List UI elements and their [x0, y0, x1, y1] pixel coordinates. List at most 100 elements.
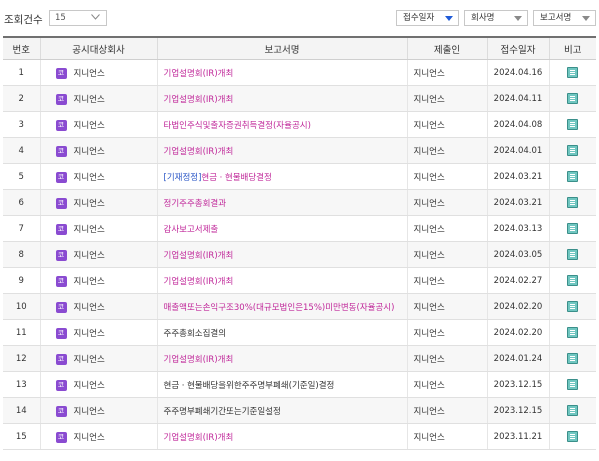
- report-title-link[interactable]: 타법인주식및출자증권취득결정(자율공시): [156, 111, 407, 138]
- kosdaq-badge-icon: 코: [55, 93, 67, 105]
- company-cell[interactable]: 코 지니언스: [39, 371, 157, 398]
- company-cell[interactable]: 코 지니언스: [39, 189, 157, 216]
- document-note-icon[interactable]: [567, 431, 579, 442]
- triangle-down-icon: [514, 16, 522, 21]
- document-note-icon[interactable]: [567, 379, 579, 390]
- table-row: 14 코 지니언스 주주명부폐쇄기간또는기준일설정 지니언스 2023.12.15: [3, 397, 596, 424]
- table-row: 15 코 지니언스 기업설명회(IR)개최 지니언스 2023.11.21: [3, 423, 596, 450]
- company-cell[interactable]: 코 지니언스: [39, 345, 157, 372]
- kosdaq-badge-icon: 코: [55, 171, 67, 183]
- count-select[interactable]: 15: [49, 10, 107, 26]
- company-cell[interactable]: 코 지니언스: [39, 85, 157, 112]
- report-title-link[interactable]: 기업설명회(IR)개최: [156, 423, 407, 450]
- table-row: 9 코 지니언스 기업설명회(IR)개최 지니언스 2024.02.27: [3, 267, 596, 294]
- submitter: 지니언스: [406, 371, 487, 398]
- report-title-link[interactable]: 현금ㆍ현물배당을위한주주명부폐쇄(기준일)결정: [156, 371, 407, 398]
- receipt-date: 2024.04.08: [486, 111, 549, 138]
- document-note-icon[interactable]: [567, 301, 579, 312]
- receipt-date: 2024.02.20: [486, 319, 549, 346]
- receipt-date: 2023.12.15: [486, 397, 549, 424]
- report-title-link[interactable]: 기업설명회(IR)개최: [156, 241, 407, 268]
- table-row: 5 코 지니언스 [기재정정]현금ㆍ현물배당결정 지니언스 2024.03.21: [3, 163, 596, 190]
- submitter: 지니언스: [406, 423, 487, 450]
- report-title-link[interactable]: 주주총회소집결의: [156, 319, 407, 346]
- report-title-link[interactable]: 매출액또는손익구조30%(대규모법인은15%)미만변동(자율공시): [156, 293, 407, 320]
- note-cell: [548, 111, 596, 138]
- document-note-icon[interactable]: [567, 405, 579, 416]
- count-label: 조회건수: [4, 14, 43, 26]
- company-cell[interactable]: 코 지니언스: [39, 111, 157, 138]
- triangle-down-icon: [445, 16, 453, 21]
- document-note-icon[interactable]: [567, 67, 579, 78]
- receipt-date: 2023.12.15: [486, 371, 549, 398]
- note-cell: [548, 397, 596, 424]
- document-note-icon[interactable]: [567, 119, 579, 130]
- submitter: 지니언스: [406, 241, 487, 268]
- sort-date-label: 접수일자: [403, 13, 435, 23]
- triangle-down-icon: [582, 16, 590, 21]
- company-cell[interactable]: 코 지니언스: [39, 267, 157, 294]
- receipt-date: 2024.01.24: [486, 345, 549, 372]
- report-title-link[interactable]: 기업설명회(IR)개최: [156, 137, 407, 164]
- table-row: 10 코 지니언스 매출액또는손익구조30%(대규모법인은15%)미만변동(자율공시)…: [3, 293, 596, 320]
- report-title-link[interactable]: 주주명부폐쇄기간또는기준일설정: [156, 397, 407, 424]
- company-cell[interactable]: 코 지니언스: [39, 59, 157, 86]
- company-cell[interactable]: 코 지니언스: [39, 163, 157, 190]
- document-note-icon[interactable]: [567, 353, 579, 364]
- note-cell: [548, 137, 596, 164]
- note-cell: [548, 293, 596, 320]
- row-number: 4: [3, 137, 40, 164]
- company-cell[interactable]: 코 지니언스: [39, 397, 157, 424]
- receipt-date: 2024.02.20: [486, 293, 549, 320]
- company-cell[interactable]: 코 지니언스: [39, 319, 157, 346]
- company-cell[interactable]: 코 지니언스: [39, 215, 157, 242]
- report-title-link[interactable]: [기재정정]현금ㆍ현물배당결정: [156, 163, 407, 190]
- report-title-link[interactable]: 정기주주총회결과: [156, 189, 407, 216]
- company-cell[interactable]: 코 지니언스: [39, 241, 157, 268]
- note-cell: [548, 371, 596, 398]
- document-note-icon[interactable]: [567, 249, 579, 260]
- report-title-link[interactable]: 기업설명회(IR)개최: [156, 345, 407, 372]
- document-note-icon[interactable]: [567, 145, 579, 156]
- header-submitter: 제출인: [406, 36, 487, 60]
- report-title-link[interactable]: 기업설명회(IR)개최: [156, 267, 407, 294]
- note-cell: [548, 267, 596, 294]
- sort-company-label: 회사명: [471, 13, 495, 23]
- kosdaq-badge-icon: 코: [55, 119, 67, 131]
- document-note-icon[interactable]: [567, 327, 579, 338]
- report-title-text: 현금ㆍ현물배당을위한주주명부폐쇄(기준일)결정: [163, 380, 335, 391]
- count-value: 15: [55, 13, 66, 23]
- table-row: 1 코 지니언스 기업설명회(IR)개최 지니언스 2024.04.16: [3, 59, 596, 86]
- report-title-text: 기업설명회(IR)개최: [163, 250, 234, 261]
- submitter: 지니언스: [406, 163, 487, 190]
- submitter: 지니언스: [406, 59, 487, 86]
- header-number: 번호: [3, 36, 40, 60]
- document-note-icon[interactable]: [567, 223, 579, 234]
- company-name: 지니언스: [73, 380, 105, 391]
- document-note-icon[interactable]: [567, 93, 579, 104]
- receipt-date: 2024.02.27: [486, 267, 549, 294]
- report-title-link[interactable]: 기업설명회(IR)개최: [156, 85, 407, 112]
- company-cell[interactable]: 코 지니언스: [39, 137, 157, 164]
- document-note-icon[interactable]: [567, 197, 579, 208]
- sort-date-select[interactable]: 접수일자: [396, 10, 459, 26]
- report-title-link[interactable]: 기업설명회(IR)개최: [156, 59, 407, 86]
- table-row: 7 코 지니언스 감사보고서제출 지니언스 2024.03.13: [3, 215, 596, 242]
- submitter: 지니언스: [406, 111, 487, 138]
- company-cell[interactable]: 코 지니언스: [39, 423, 157, 450]
- company-cell[interactable]: 코 지니언스: [39, 293, 157, 320]
- company-name: 지니언스: [73, 172, 105, 183]
- sort-company-select[interactable]: 회사명: [464, 10, 528, 26]
- report-title-link[interactable]: 감사보고서제출: [156, 215, 407, 242]
- header-report-title: 보고서명: [156, 36, 407, 60]
- table-row: 11 코 지니언스 주주총회소집결의 지니언스 2024.02.20: [3, 319, 596, 346]
- report-title-text: 타법인주식및출자증권취득결정(자율공시): [163, 120, 311, 131]
- submitter: 지니언스: [406, 345, 487, 372]
- submitter: 지니언스: [406, 137, 487, 164]
- row-number: 3: [3, 111, 40, 138]
- document-note-icon[interactable]: [567, 171, 579, 182]
- sort-report-select[interactable]: 보고서명: [533, 10, 596, 26]
- document-note-icon[interactable]: [567, 275, 579, 286]
- receipt-date: 2024.03.21: [486, 189, 549, 216]
- table-row: 3 코 지니언스 타법인주식및출자증권취득결정(자율공시) 지니언스 2024.04.08: [3, 111, 596, 138]
